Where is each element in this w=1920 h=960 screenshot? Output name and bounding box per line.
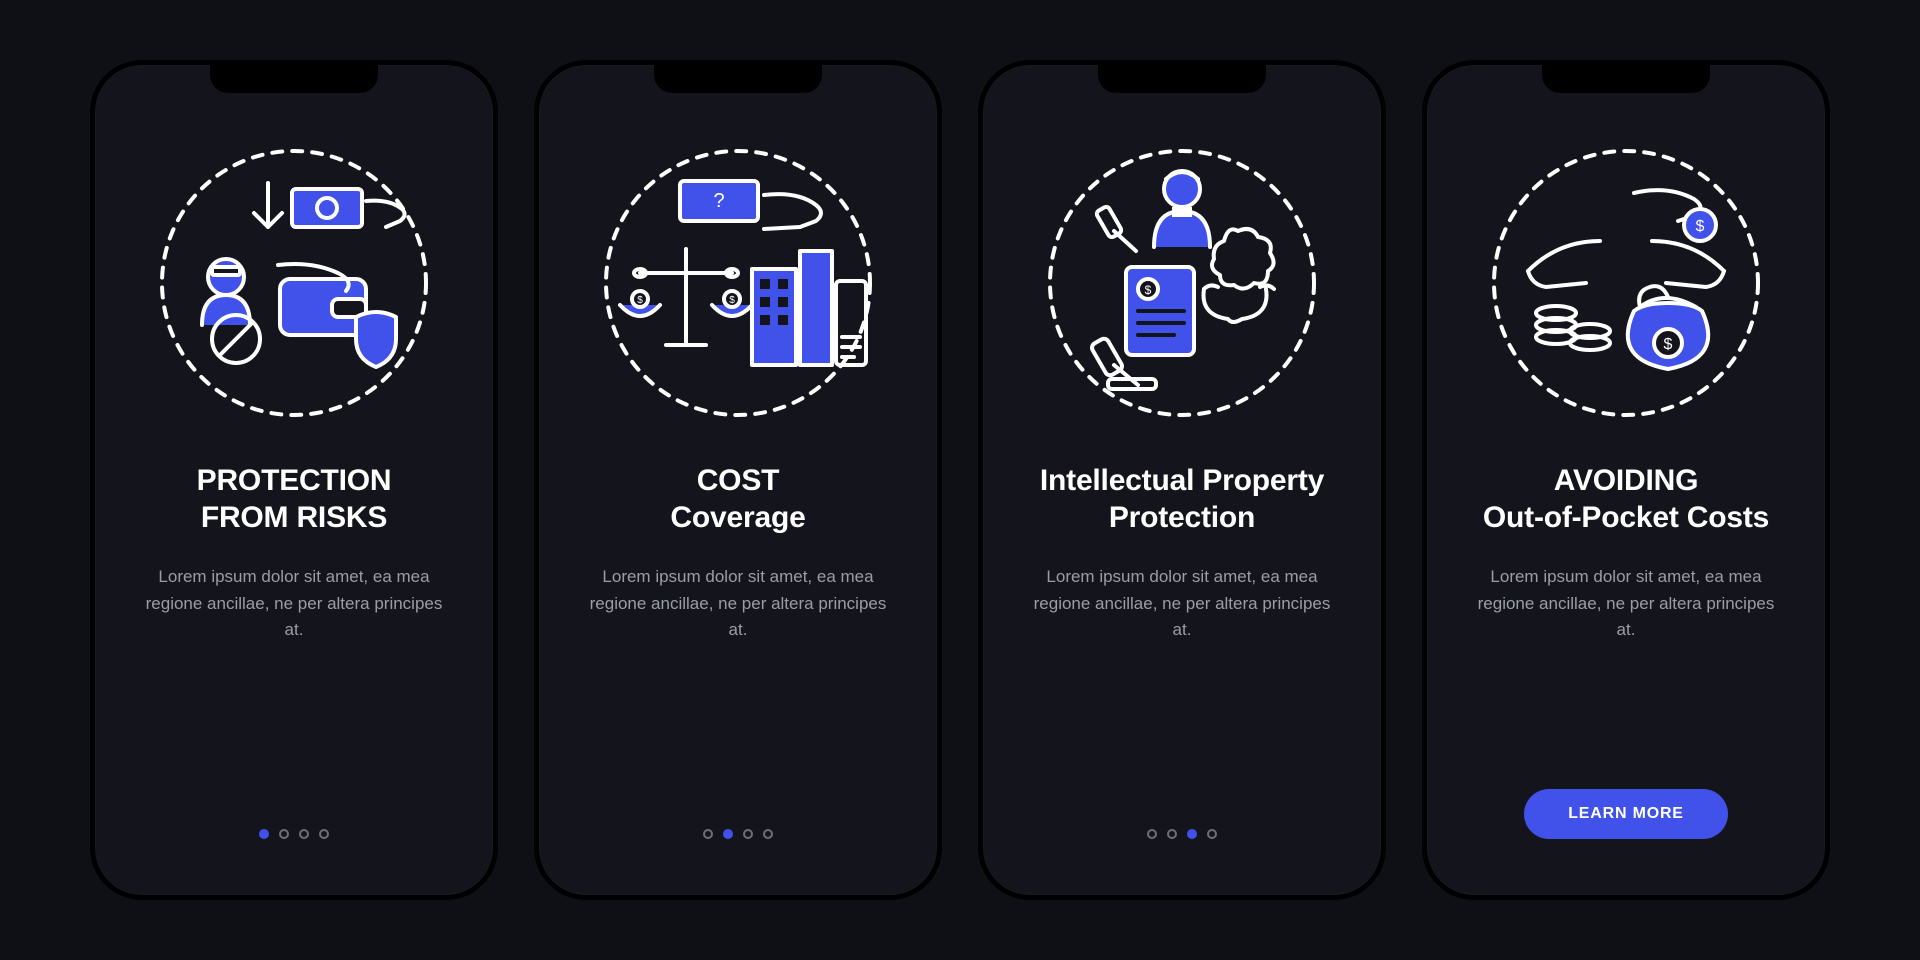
svg-text:$: $ bbox=[1696, 218, 1705, 235]
svg-text:$: $ bbox=[637, 295, 643, 306]
page-dot-1[interactable] bbox=[259, 829, 269, 839]
screen-bottom: LEARN MORE bbox=[1427, 789, 1825, 839]
title-line-1: PROTECTION bbox=[197, 464, 392, 497]
screen-description: Lorem ipsum dolor sit amet, ea mea regio… bbox=[134, 564, 454, 643]
svg-text:$: $ bbox=[1145, 283, 1152, 297]
onboarding-screen-2: ? $ $ bbox=[534, 60, 942, 900]
title-line-1: Intellectual Property bbox=[1040, 464, 1324, 497]
title-line-1: AVOIDING bbox=[1554, 464, 1699, 497]
title-line-2: Protection bbox=[1109, 501, 1255, 534]
screen-bottom bbox=[539, 829, 937, 839]
title-line-1: COST bbox=[697, 464, 780, 497]
page-dot-1[interactable] bbox=[1147, 829, 1157, 839]
cost-coverage-icon: ? $ $ bbox=[596, 141, 880, 425]
screen-description: Lorem ipsum dolor sit amet, ea mea regio… bbox=[578, 564, 898, 643]
page-dot-3[interactable] bbox=[743, 829, 753, 839]
page-dot-4[interactable] bbox=[319, 829, 329, 839]
page-dots bbox=[259, 829, 329, 839]
screen-bottom bbox=[95, 829, 493, 839]
title-line-2: Coverage bbox=[670, 501, 805, 534]
page-dots bbox=[1147, 829, 1217, 839]
screen-title: PROTECTION FROM RISKS bbox=[197, 463, 392, 536]
page-dots bbox=[703, 829, 773, 839]
svg-text:?: ? bbox=[713, 190, 724, 212]
page-dot-2[interactable] bbox=[1167, 829, 1177, 839]
page-dot-2[interactable] bbox=[723, 829, 733, 839]
screen-title: COST Coverage bbox=[670, 463, 805, 536]
onboarding-screen-3: $ Intellectual Property Protection Lorem… bbox=[978, 60, 1386, 900]
onboarding-screen-1: PROTECTION FROM RISKS Lorem ipsum dolor … bbox=[90, 60, 498, 900]
screen-bottom bbox=[983, 829, 1381, 839]
ip-protection-icon: $ bbox=[1040, 141, 1324, 425]
phone-notch bbox=[1098, 65, 1266, 93]
screen-description: Lorem ipsum dolor sit amet, ea mea regio… bbox=[1022, 564, 1342, 643]
screen-title: Intellectual Property Protection bbox=[1040, 463, 1324, 536]
svg-text:$: $ bbox=[1664, 336, 1673, 353]
page-dot-4[interactable] bbox=[763, 829, 773, 839]
page-dot-3[interactable] bbox=[299, 829, 309, 839]
title-line-2: Out-of-Pocket Costs bbox=[1483, 501, 1769, 534]
screen-title: AVOIDING Out-of-Pocket Costs bbox=[1483, 463, 1769, 536]
page-dot-2[interactable] bbox=[279, 829, 289, 839]
protection-risks-icon bbox=[152, 141, 436, 425]
out-of-pocket-icon: $ bbox=[1484, 141, 1768, 425]
screen-description: Lorem ipsum dolor sit amet, ea mea regio… bbox=[1466, 564, 1786, 643]
learn-more-button[interactable]: LEARN MORE bbox=[1524, 789, 1728, 839]
onboarding-screen-4: $ bbox=[1422, 60, 1830, 900]
title-line-2: FROM RISKS bbox=[201, 501, 387, 534]
phone-notch bbox=[654, 65, 822, 93]
phone-notch bbox=[210, 65, 378, 93]
svg-text:$: $ bbox=[729, 295, 735, 306]
onboarding-canvas: PROTECTION FROM RISKS Lorem ipsum dolor … bbox=[0, 0, 1920, 960]
phone-notch bbox=[1542, 65, 1710, 93]
page-dot-4[interactable] bbox=[1207, 829, 1217, 839]
page-dot-3[interactable] bbox=[1187, 829, 1197, 839]
page-dot-1[interactable] bbox=[703, 829, 713, 839]
